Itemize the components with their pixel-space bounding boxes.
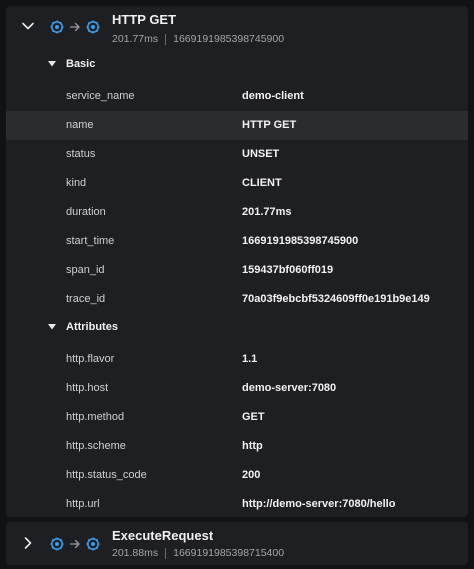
attr-row: http.url http://demo-server:7080/hello bbox=[6, 490, 468, 519]
attr-key: status bbox=[66, 148, 96, 160]
section-attributes-header[interactable]: Attributes bbox=[6, 314, 468, 342]
service-icon bbox=[50, 20, 64, 34]
section-label: Basic bbox=[66, 58, 96, 70]
attr-value: demo-server:7080 bbox=[242, 382, 337, 394]
chevron-down-icon[interactable] bbox=[19, 17, 37, 35]
attr-value: 1669191985398745900 bbox=[242, 235, 359, 247]
attr-value: UNSET bbox=[242, 148, 280, 160]
span-meta: 201.88ms 1669191985398715400 bbox=[112, 547, 284, 559]
attr-key: service_name bbox=[66, 90, 135, 102]
span-duration: 201.88ms bbox=[112, 547, 159, 559]
attr-key: duration bbox=[66, 206, 106, 218]
attr-value: 1.1 bbox=[242, 353, 258, 365]
attr-value: 201.77ms bbox=[242, 206, 292, 218]
span-start-time: 1669191985398745900 bbox=[173, 33, 285, 45]
meta-divider bbox=[165, 33, 167, 45]
attr-value: 70a03f9ebcbf5324609ff0e191b9e149 bbox=[242, 293, 430, 305]
attr-key: span_id bbox=[66, 264, 105, 276]
arrow-right-icon bbox=[69, 537, 81, 551]
arrow-right-icon bbox=[69, 20, 81, 34]
attr-value: GET bbox=[242, 411, 265, 423]
attr-row: http.flavor 1.1 bbox=[6, 345, 468, 374]
span-header[interactable]: ExecuteRequest 201.88ms 1669191985398715… bbox=[6, 522, 468, 564]
service-icon bbox=[86, 20, 100, 34]
attr-value: HTTP GET bbox=[242, 119, 297, 131]
attr-key: trace_id bbox=[66, 293, 106, 305]
caret-down-icon[interactable] bbox=[48, 324, 56, 330]
attr-value: http://demo-server:7080/hello bbox=[242, 498, 396, 510]
service-icon bbox=[50, 537, 64, 551]
span-card-execute-request: ExecuteRequest 201.88ms 1669191985398715… bbox=[6, 522, 468, 565]
attr-key: start_time bbox=[66, 235, 115, 247]
attr-key: http.method bbox=[66, 411, 125, 423]
attr-key: http.host bbox=[66, 382, 109, 394]
span-meta: 201.77ms 1669191985398745900 bbox=[112, 33, 284, 45]
span-card-http-get: HTTP GET 201.77ms 1669191985398745900 Ba… bbox=[6, 6, 468, 517]
attr-row: status UNSET bbox=[6, 140, 468, 169]
span-header[interactable]: HTTP GET 201.77ms 1669191985398745900 bbox=[6, 6, 468, 48]
section-label: Attributes bbox=[66, 321, 118, 333]
attr-value: 200 bbox=[242, 469, 261, 481]
attr-key: http.flavor bbox=[66, 353, 115, 365]
attr-row: http.scheme http bbox=[6, 432, 468, 461]
attr-key: kind bbox=[66, 177, 87, 189]
attr-value: CLIENT bbox=[242, 177, 282, 189]
attr-value: http bbox=[242, 440, 263, 452]
attr-key: http.status_code bbox=[66, 469, 147, 481]
attr-row: name HTTP GET bbox=[6, 111, 468, 140]
attr-value: 159437bf060ff019 bbox=[242, 264, 334, 276]
attr-key: name bbox=[66, 119, 94, 131]
span-start-time: 1669191985398715400 bbox=[173, 547, 285, 559]
attr-row: http.status_code 200 bbox=[6, 461, 468, 490]
attr-row: kind CLIENT bbox=[6, 169, 468, 198]
attr-row: trace_id 70a03f9ebcbf5324609ff0e191b9e14… bbox=[6, 285, 468, 314]
service-icon bbox=[86, 537, 100, 551]
attr-key: http.scheme bbox=[66, 440, 126, 452]
span-list: HTTP GET 201.77ms 1669191985398745900 Ba… bbox=[0, 0, 474, 569]
section-basic-header[interactable]: Basic bbox=[6, 51, 468, 79]
attr-row: http.method GET bbox=[6, 403, 468, 432]
attr-value: demo-client bbox=[242, 90, 304, 102]
caret-down-icon[interactable] bbox=[48, 61, 56, 67]
span-name: HTTP GET bbox=[112, 12, 177, 27]
attr-row: start_time 1669191985398745900 bbox=[6, 227, 468, 256]
attr-key: http.url bbox=[66, 498, 100, 510]
attr-row: span_id 159437bf060ff019 bbox=[6, 256, 468, 285]
attr-row: http.host demo-server:7080 bbox=[6, 374, 468, 403]
chevron-right-icon[interactable] bbox=[19, 534, 37, 552]
meta-divider bbox=[165, 547, 167, 559]
span-name: ExecuteRequest bbox=[112, 528, 214, 543]
attr-row: service_name demo-client bbox=[6, 82, 468, 111]
attr-row: duration 201.77ms bbox=[6, 198, 468, 227]
span-duration: 201.77ms bbox=[112, 33, 159, 45]
